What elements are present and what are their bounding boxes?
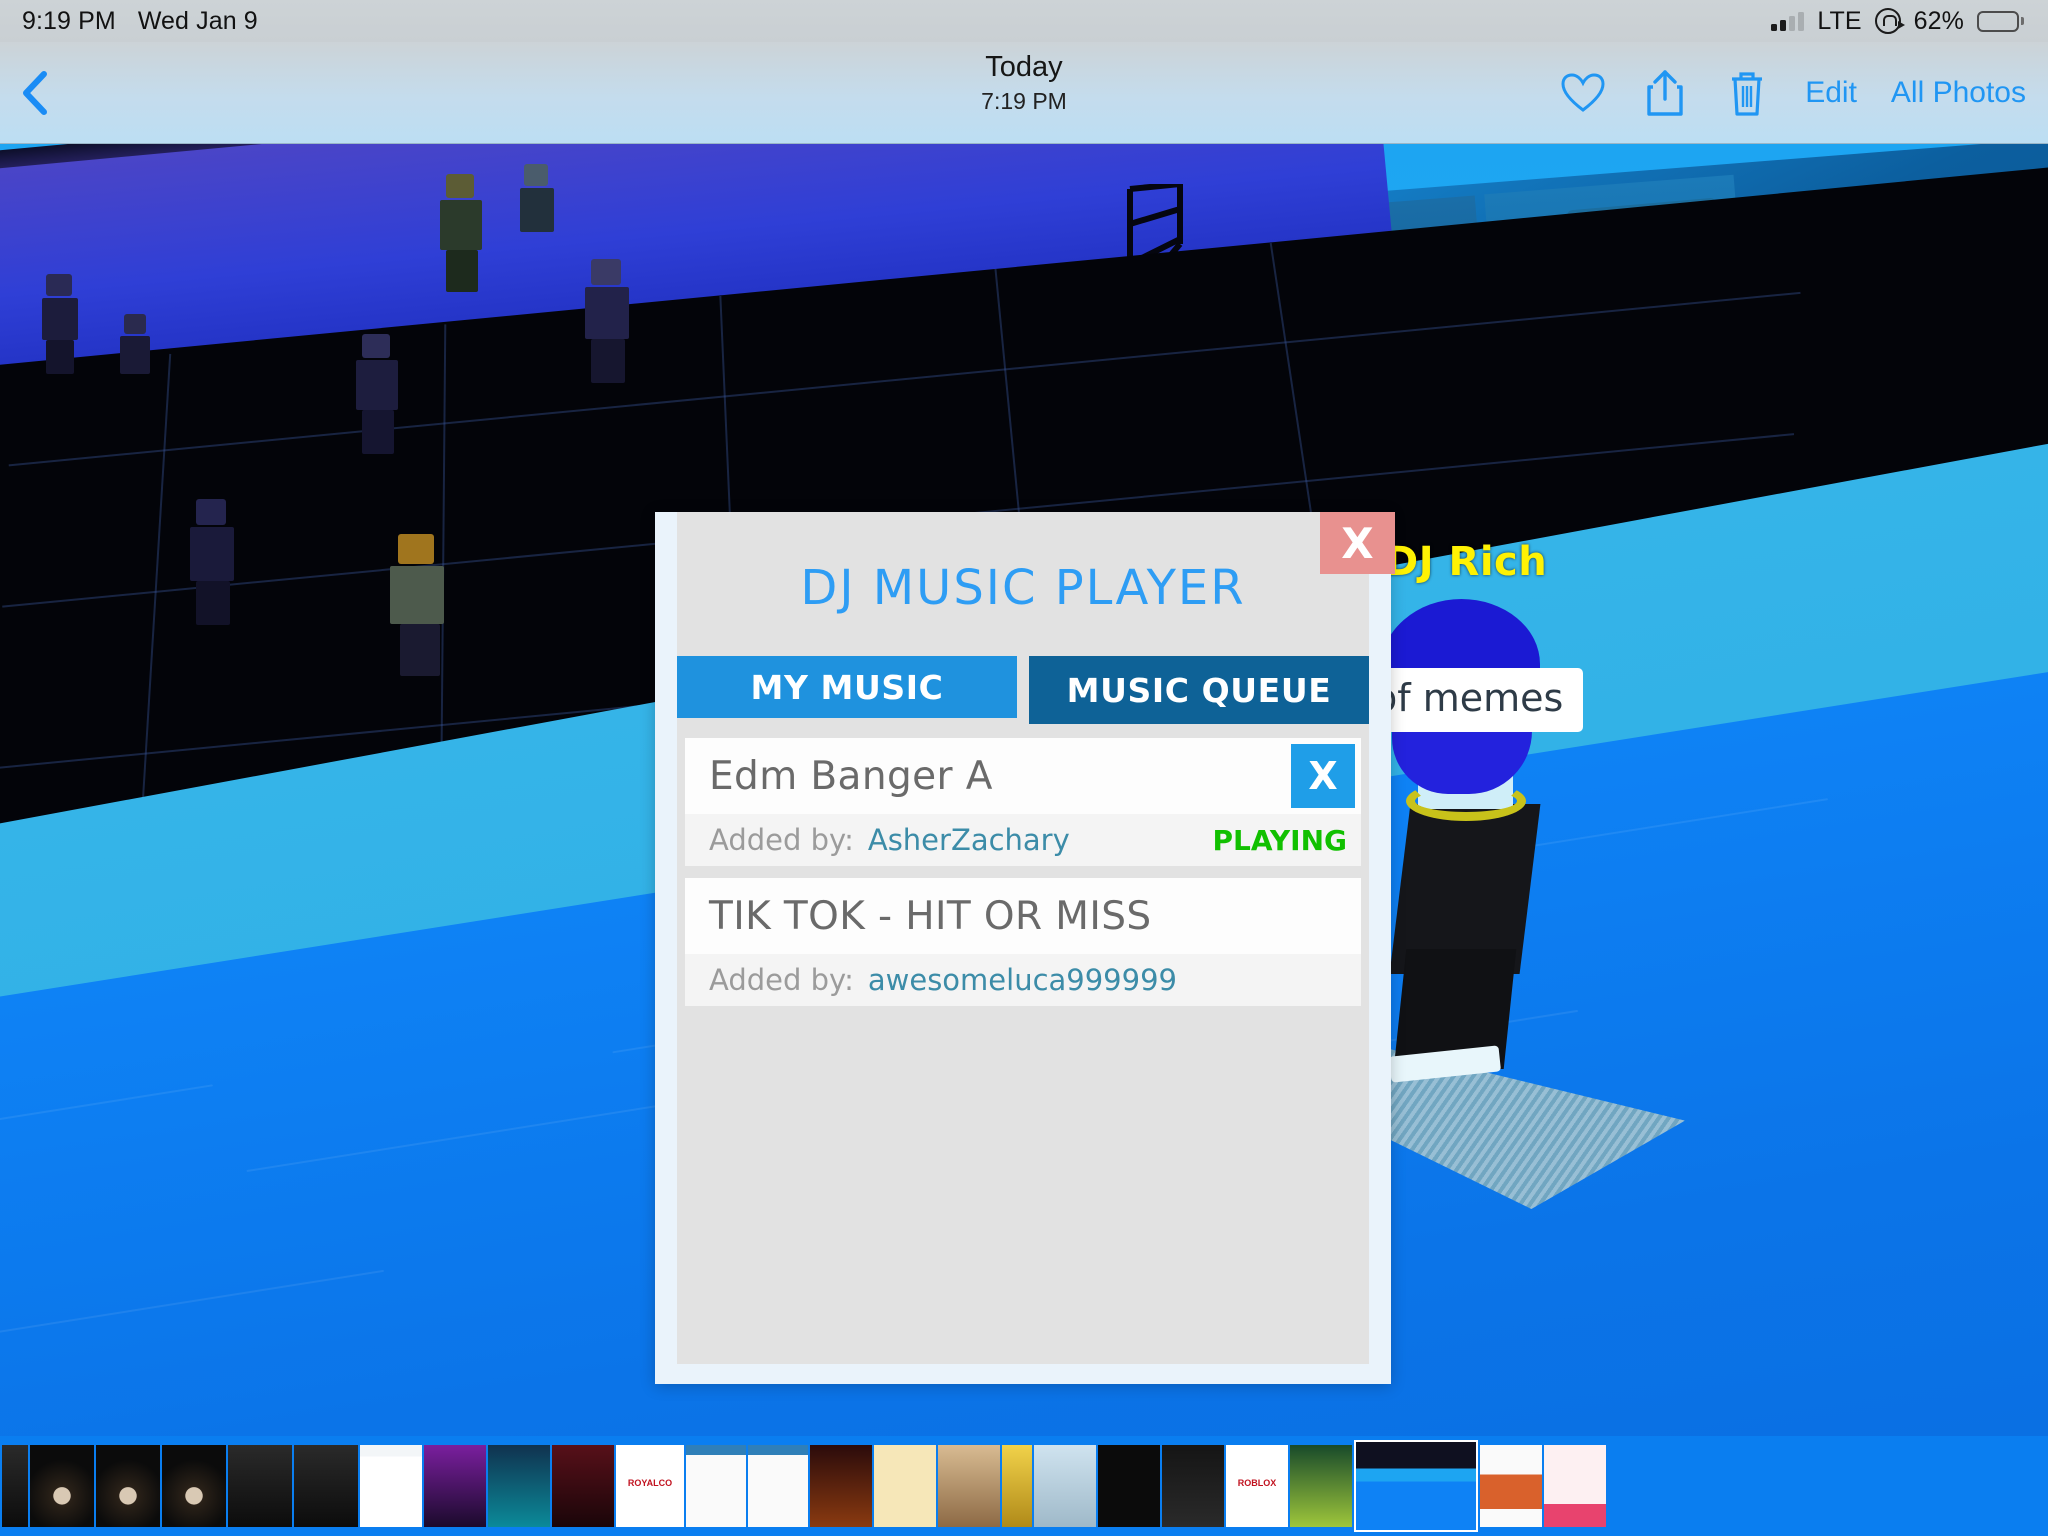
game-player-name-tag: DJ Rich	[1385, 539, 1548, 585]
thumb-dungeon[interactable]	[810, 1445, 872, 1527]
photo-date-header: Today 7:19 PM	[981, 50, 1067, 115]
thumb-rose-art[interactable]	[1544, 1445, 1606, 1527]
thumb-forum-2[interactable]	[748, 1445, 808, 1527]
nav-actions: Edit All Photos	[1559, 69, 2026, 117]
cellular-bars-icon	[1771, 11, 1805, 31]
thumb-hoodie[interactable]	[1162, 1445, 1224, 1527]
tab-music-queue[interactable]: MUSIC QUEUE	[1029, 656, 1369, 724]
thumb-web-ui[interactable]	[360, 1445, 422, 1527]
status-bar-right: LTE 62%	[1771, 7, 2024, 36]
photo-time: 7:19 PM	[981, 88, 1067, 115]
share-icon[interactable]	[1641, 69, 1689, 117]
thumbnail-label: ROYALCO	[627, 1477, 673, 1488]
song-title: Edm Banger A	[709, 753, 993, 799]
thumb-stage-3[interactable]	[162, 1445, 226, 1527]
song-list[interactable]: Edm Banger A X Added by: AsherZachary PL…	[685, 738, 1361, 1348]
trash-icon[interactable]	[1723, 69, 1771, 117]
status-badge: PLAYING	[1212, 823, 1347, 857]
thumb-stage-1[interactable]	[30, 1445, 94, 1527]
photo-viewer[interactable]: wont to set reset to DJ DJ Rich of memes…	[0, 144, 2048, 1436]
dialog-tabs: MY MUSIC MUSIC QUEUE	[677, 656, 1369, 724]
carrier-label: LTE	[1817, 6, 1862, 35]
status-date: Wed Jan 9	[137, 6, 258, 35]
list-item[interactable]: Edm Banger A X Added by: AsherZachary PL…	[685, 738, 1361, 866]
list-item[interactable]: TIK TOK - HIT OR MISS Added by: awesomel…	[685, 878, 1361, 1006]
back-chevron-icon[interactable]	[20, 70, 50, 116]
added-by-label: Added by:	[709, 823, 854, 857]
edit-button[interactable]: Edit	[1805, 76, 1857, 110]
song-meta-row: Added by: awesomeluca999999	[685, 954, 1361, 1006]
close-icon[interactable]: X	[1320, 512, 1395, 574]
thumb-forum-1[interactable]	[686, 1445, 746, 1527]
photo-thumbnail-strip[interactable]: ROYALCO ROBLOX	[0, 1436, 2048, 1536]
thumb-grid-art[interactable]	[874, 1445, 936, 1527]
thumb-royalco[interactable]: ROYALCO	[616, 1445, 684, 1527]
ios-status-bar: 9:19 PM Wed Jan 9 LTE 62%	[0, 0, 2048, 42]
song-title: TIK TOK - HIT OR MISS	[709, 893, 1152, 939]
all-photos-button[interactable]: All Photos	[1891, 76, 2026, 110]
thumbnail-label: ROBLOX	[1237, 1477, 1277, 1488]
heart-icon[interactable]	[1559, 69, 1607, 117]
thumb-stage-4[interactable]	[228, 1445, 292, 1527]
thumb-bw-meme[interactable]	[1098, 1445, 1160, 1527]
thumb-figure[interactable]	[938, 1445, 1000, 1527]
thumb-red-game[interactable]	[552, 1445, 614, 1527]
song-title-row: TIK TOK - HIT OR MISS	[685, 878, 1361, 954]
tab-my-music[interactable]: MY MUSIC	[677, 656, 1017, 718]
song-title-row: Edm Banger A X	[685, 738, 1361, 814]
thumb-teal-game[interactable]	[488, 1445, 550, 1527]
battery-percent: 62%	[1913, 6, 1964, 35]
status-time: 9:19 PM	[22, 6, 116, 35]
thumb-dark-edge[interactable]	[2, 1445, 28, 1527]
dialog-title: DJ MUSIC PLAYER	[800, 560, 1246, 616]
added-by-label: Added by:	[709, 963, 854, 997]
page-title: Today	[985, 51, 1063, 83]
thumb-shelf[interactable]	[1034, 1445, 1096, 1527]
thumb-stage-5[interactable]	[294, 1445, 358, 1527]
rotation-lock-icon	[1874, 8, 1905, 34]
thumb-yellow[interactable]	[1002, 1445, 1032, 1527]
thumb-food-post[interactable]	[1480, 1445, 1542, 1527]
photos-nav-bar: Today 7:19 PM Edit All Photos	[0, 42, 2048, 144]
song-meta-row: Added by: AsherZachary PLAYING	[685, 814, 1361, 866]
remove-song-button[interactable]: X	[1291, 744, 1355, 808]
added-by-username: awesomeluca999999	[867, 963, 1177, 997]
thumb-green-game[interactable]	[1290, 1445, 1352, 1527]
thumb-purple[interactable]	[424, 1445, 486, 1527]
added-by-username: AsherZachary	[867, 823, 1070, 857]
status-bar-left: 9:19 PM Wed Jan 9	[22, 7, 258, 36]
thumb-stage-2[interactable]	[96, 1445, 160, 1527]
battery-icon	[1977, 10, 2024, 32]
thumb-current-photo[interactable]	[1354, 1440, 1478, 1532]
thumb-roblox-web[interactable]: ROBLOX	[1226, 1445, 1288, 1527]
dj-music-player-dialog[interactable]: DJ MUSIC PLAYER X MY MUSIC MUSIC QUEUE E…	[655, 512, 1395, 1384]
